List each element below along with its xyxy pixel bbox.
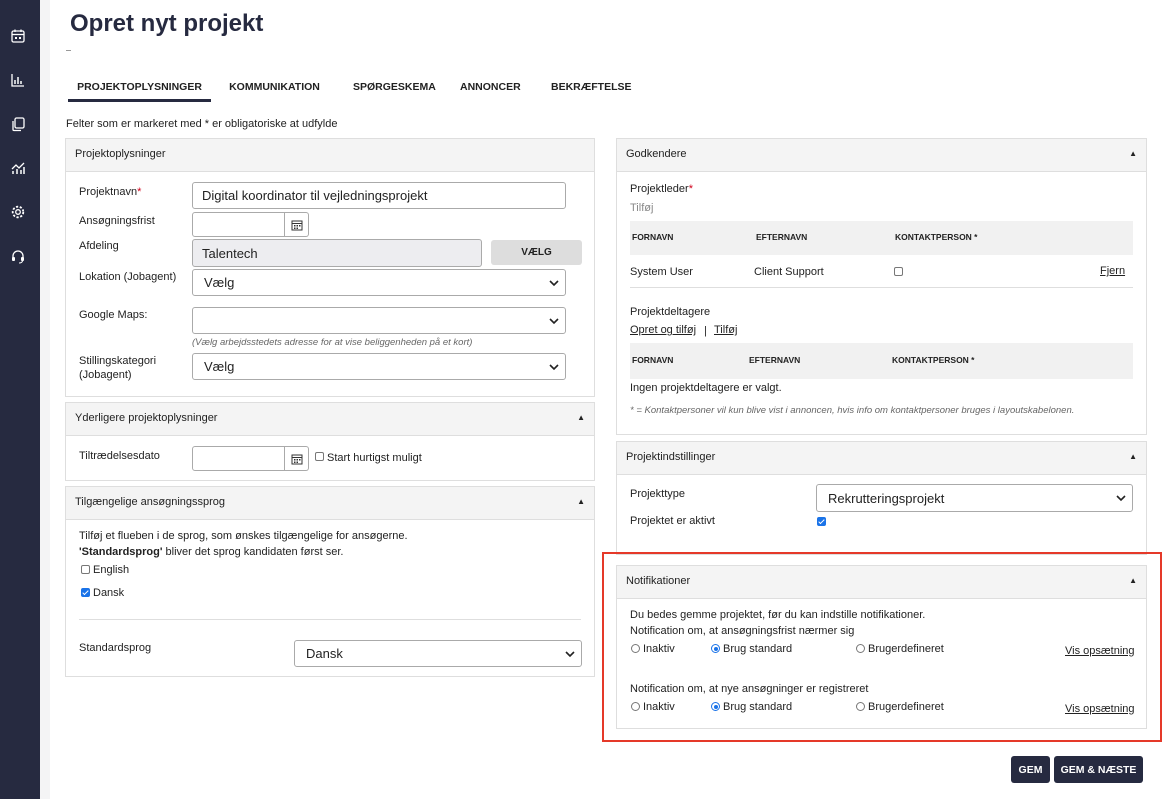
bar-chart-icon[interactable] [10,72,26,88]
panel-header: Projektindstillinger [617,442,1146,475]
column-header: KONTAKTPERSON * [895,232,978,242]
column-header: EFTERNAVN [756,232,808,242]
chevron-down-icon [549,317,559,324]
tab-kommunikation[interactable]: KOMMUNIKATION [229,74,320,102]
table-cell-efternavn: Client Support [754,266,824,278]
tiltraedelsesdato-input[interactable] [192,446,285,471]
english-checkbox[interactable] [81,565,90,574]
standardsprog-selected-value: Dansk [306,646,343,661]
save-button[interactable]: GEM [1011,756,1050,783]
opret-og-tilfoj-link[interactable]: Opret og tilføj [630,324,696,336]
sidebar-edge [40,0,50,799]
lokation-select[interactable]: Vælg [192,269,566,296]
calendar-icon [291,454,302,464]
column-header: FORNAVN [632,355,674,365]
tiltraedelse-calendar-button[interactable] [285,446,309,471]
projekttype-selected-value: Rekrutteringsprojekt [828,490,945,506]
tab-bekraeftelse[interactable]: BEKRÆFTELSE [551,74,632,102]
kontaktperson-footnote: * = Kontaktpersoner vil kun blive vist i… [630,405,1075,416]
english-label: English [93,564,130,576]
projekttype-select[interactable]: Rekrutteringsprojekt [816,484,1133,512]
afdeling-input: Talentech [192,239,482,267]
page-title: Opret nyt projekt [70,10,264,37]
google-maps-label: Google Maps: [79,309,148,321]
afdeling-label: Afdeling [79,240,119,252]
empty-deltagere: Ingen projektdeltagere er valgt. [630,382,782,394]
panel-header: Projektoplysninger [66,139,594,172]
dansk-label: Dansk [93,587,125,599]
calendar-icon[interactable] [10,28,26,44]
chevron-down-icon [565,650,575,657]
column-header: EFTERNAVN [749,355,801,365]
collapse-arrow-icon[interactable]: ▲ [1129,149,1137,158]
sprog-description: Tilføj et flueben i de sprog, som ønskes… [79,530,408,542]
separator-dash [66,50,71,51]
collapse-arrow-icon[interactable]: ▲ [577,413,585,422]
panel-godkendere: Godkendere ▲ Projektleder* Tilføj FORNAV… [616,138,1147,435]
projekt-aktivt-label: Projektet er aktivt [630,515,715,527]
standardsprog-select[interactable]: Dansk [294,640,582,667]
kontaktperson-checkbox[interactable] [894,267,903,276]
panel-yderligere: Yderligere projektoplysninger ▲ Tiltræde… [65,402,595,481]
chevron-down-icon [549,363,559,370]
column-header: KONTAKTPERSON * [892,355,975,365]
projektnavn-input[interactable]: Digital koordinator til vejledningsproje… [192,182,566,209]
panel-header: Yderligere projektoplysninger [66,403,594,436]
tab-projektoplysninger[interactable]: PROJEKTOPLYSNINGER [68,74,211,102]
stillingskategori-selected-value: Vælg [204,359,235,374]
analytics-icon[interactable] [10,160,26,176]
tilfoj-projektleder[interactable]: Tilføj [630,201,653,215]
copy-icon[interactable] [10,116,26,132]
required-fields-note: Felter som er markeret med * er obligato… [66,118,338,130]
panel-projektoplysninger: Projektoplysninger Projektnavn* Digital … [65,138,595,397]
table-cell-fornavn: System User [630,266,693,278]
vaelg-afdeling-button[interactable]: VÆLG [491,240,582,265]
chevron-down-icon [549,279,559,286]
divider [79,619,581,620]
sprog-description-2: 'Standardsprog' bliver det sprog kandida… [79,546,344,558]
tab-annoncer[interactable]: ANNONCER [460,74,521,102]
column-header: FORNAVN [632,232,674,242]
projektleder-table-header: FORNAVN EFTERNAVN KONTAKTPERSON * [630,221,1133,255]
gear-icon[interactable] [10,204,26,220]
collapse-arrow-icon[interactable]: ▲ [577,497,585,506]
headset-icon[interactable] [10,248,26,264]
projektnavn-label: Projektnavn* [79,186,142,198]
panel-header: Tilgængelige ansøgningssprog [66,487,594,520]
panel-ansoegningssprog: Tilgængelige ansøgningssprog ▲ Tilføj et… [65,486,595,677]
stillingskategori-label: Stillingskategori (Jobagent) [79,355,157,381]
lokation-selected-value: Vælg [204,275,235,290]
tab-sporgeskema[interactable]: SPØRGESKEMA [353,74,436,102]
google-maps-select[interactable] [192,307,566,334]
panel-header: Godkendere [617,139,1146,172]
calendar-icon [291,220,302,230]
ansoegningsfrist-input[interactable] [192,212,285,237]
link-separator: | [704,325,707,337]
projektdeltagere-label: Projektdeltagere [630,306,711,318]
projekt-aktivt-checkbox[interactable] [817,517,826,526]
start-hurtigst-checkbox[interactable] [315,452,324,461]
panel-projektindstillinger: Projektindstillinger ▲ Projekttype Rekru… [616,441,1147,555]
deltagere-table-header: FORNAVN EFTERNAVN KONTAKTPERSON * [630,343,1133,379]
main-content: Opret nyt projekt PROJEKTOPLYSNINGER KOM… [50,0,1172,799]
start-hurtigst-label: Start hurtigst muligt [327,452,422,464]
tiltraedelsesdato-label: Tiltrædelsesdato [79,450,160,462]
projekttype-label: Projekttype [630,488,686,500]
google-maps-hint: (Vælg arbejdsstedets adresse for at vise… [192,337,473,348]
frist-calendar-button[interactable] [285,212,309,237]
projektleder-label: Projektleder* [630,183,693,195]
fjern-link[interactable]: Fjern [1100,265,1125,277]
row-divider [630,287,1133,288]
standardsprog-label: Standardsprog [79,642,152,654]
chevron-down-icon [1116,495,1126,502]
dansk-checkbox[interactable] [81,588,90,597]
ansoegningsfrist-label: Ansøgningsfrist [79,215,155,227]
sidebar-nav [0,0,40,799]
collapse-arrow-icon[interactable]: ▲ [1129,452,1137,461]
highlight-box [602,552,1162,742]
lokation-label: Lokation (Jobagent) [79,271,177,283]
save-next-button[interactable]: GEM & NÆSTE [1054,756,1143,783]
tilfoj-deltager-link[interactable]: Tilføj [714,324,737,336]
stillingskategori-select[interactable]: Vælg [192,353,566,380]
